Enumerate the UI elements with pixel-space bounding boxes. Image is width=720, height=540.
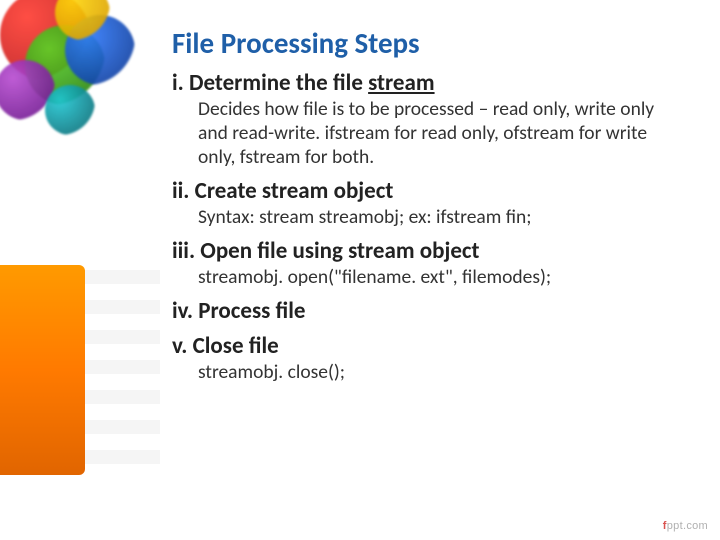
slide-title: File Processing Steps (172, 28, 692, 60)
decorative-corner-art (0, 0, 170, 170)
step-1-body: Decides how file is to be processed – re… (198, 98, 668, 169)
step-3-heading: iii. Open file using stream object (172, 238, 692, 264)
step-5-heading: v. Close file (172, 333, 692, 359)
slide-content: File Processing Steps i. Determine the f… (172, 28, 692, 391)
decor-side-block (0, 265, 85, 475)
decor-swirl-cyan (45, 85, 95, 135)
step-5-body: streamobj. close(); (198, 361, 668, 385)
step-1-heading: i. Determine the file stream (172, 70, 692, 96)
step-3-body: streamobj. open("filename. ext", filemod… (198, 266, 668, 290)
step-2-body: Syntax: stream streamobj; ex: ifstream f… (198, 206, 668, 230)
step-1-heading-underlined: stream (368, 69, 434, 97)
decor-shadow-bands (85, 270, 160, 470)
step-2-heading: ii. Create stream object (172, 178, 692, 204)
step-4-heading: iv. Process file (172, 298, 692, 324)
footer-brand-rest: ppt.com (667, 520, 708, 532)
footer-brand: fppt.com (663, 520, 708, 532)
step-1-heading-prefix: i. Determine the file (172, 69, 368, 97)
